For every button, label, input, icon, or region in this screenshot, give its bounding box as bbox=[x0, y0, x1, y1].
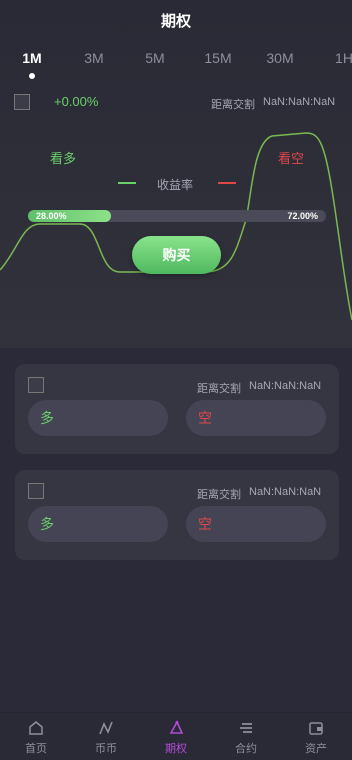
settle-label: 距离交割 bbox=[197, 383, 241, 395]
option-card: 距离交割 NaN:NaN:NaN 多 空 bbox=[15, 364, 339, 454]
coin-logo-icon bbox=[14, 94, 30, 110]
coin-logo-icon bbox=[28, 377, 44, 393]
legend-bull-line bbox=[118, 182, 136, 184]
legend-bear-line bbox=[218, 182, 236, 184]
short-button[interactable]: 空 bbox=[186, 506, 326, 542]
settle-countdown: NaN:NaN:NaN bbox=[249, 486, 322, 498]
option-card: 距离交割 NaN:NaN:NaN 多 空 bbox=[15, 470, 339, 560]
nav-contract-label: 合约 bbox=[235, 743, 257, 755]
contract-icon bbox=[240, 723, 252, 733]
nav-home-label: 首页 bbox=[25, 743, 47, 755]
ratio-bar: 28.00% 72.00% bbox=[28, 210, 326, 222]
tab-15m[interactable]: 15M bbox=[196, 50, 240, 66]
exchange-icon bbox=[99, 721, 113, 735]
buy-button[interactable]: 购买 bbox=[132, 236, 221, 274]
nav-home[interactable]: 首页 bbox=[1, 713, 71, 760]
nav-options[interactable]: 期权 bbox=[141, 713, 211, 760]
price-change: +0.00% bbox=[54, 94, 99, 109]
short-button[interactable]: 空 bbox=[186, 400, 326, 436]
tab-1m[interactable]: 1M bbox=[10, 50, 54, 66]
tab-5m[interactable]: 5M bbox=[133, 50, 177, 66]
long-button[interactable]: 多 bbox=[28, 506, 168, 542]
nav-options-label: 期权 bbox=[165, 743, 187, 755]
settle-countdown: NaN:NaN:NaN bbox=[249, 380, 322, 392]
coin-logo-icon bbox=[28, 483, 44, 499]
bull-label: 看多 bbox=[50, 151, 77, 166]
bear-label: 看空 bbox=[278, 151, 305, 166]
nav-contract[interactable]: 合约 bbox=[211, 713, 281, 760]
nav-exchange-label: 币币 bbox=[95, 743, 117, 755]
legend-label: 收益率 bbox=[157, 178, 194, 192]
tab-1h[interactable]: 1H bbox=[322, 50, 352, 66]
bull-ratio-text: 28.00% bbox=[36, 211, 67, 221]
page-title: 期权 bbox=[160, 13, 191, 30]
home-icon bbox=[29, 721, 43, 735]
nav-assets-label: 资产 bbox=[305, 743, 327, 755]
bottom-nav: 首页 币币 期权 合约 资产 bbox=[0, 712, 352, 760]
wallet-icon bbox=[309, 722, 323, 735]
long-button[interactable]: 多 bbox=[28, 400, 168, 436]
nav-exchange[interactable]: 币币 bbox=[71, 713, 141, 760]
settle-label: 距离交割 bbox=[211, 99, 255, 111]
tab-3m[interactable]: 3M bbox=[72, 50, 116, 66]
active-tab-indicator bbox=[29, 73, 35, 79]
options-icon bbox=[169, 720, 184, 734]
nav-assets[interactable]: 资产 bbox=[281, 713, 351, 760]
bear-ratio-text: 72.00% bbox=[287, 211, 318, 221]
settle-countdown: NaN:NaN:NaN bbox=[263, 96, 336, 108]
settle-label: 距离交割 bbox=[197, 489, 241, 501]
timeframe-tabs: 1M 3M 5M 15M 30M 1H bbox=[0, 50, 352, 80]
tab-30m[interactable]: 30M bbox=[258, 50, 302, 66]
